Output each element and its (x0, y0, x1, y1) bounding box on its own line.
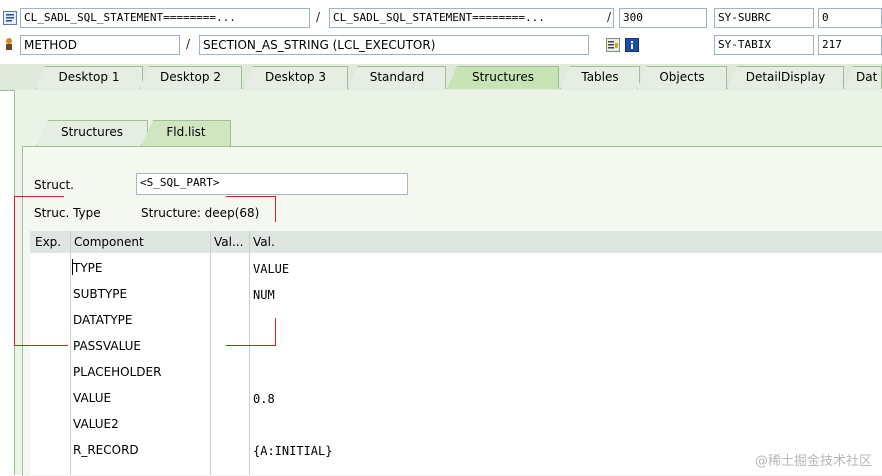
method-icon (3, 37, 17, 51)
annotation-line (14, 345, 68, 346)
row-value: VALUE (253, 262, 290, 276)
tab-detail-display[interactable]: DetailDisplay (727, 66, 844, 89)
include-field[interactable]: CL_SADL_SQL_STATEMENT========... (329, 8, 614, 28)
event-field[interactable]: SECTION_AS_STRING (LCL_EXECUTOR) (199, 35, 589, 55)
struct-type-label: Struc. Type (34, 206, 101, 220)
row-component: VALUE (73, 391, 112, 405)
subtab-field-list[interactable]: Fld.list (141, 120, 231, 146)
sysvar-value-field[interactable]: 217 (818, 35, 882, 55)
annotation-line (14, 196, 64, 197)
info-icon[interactable] (625, 38, 639, 52)
annotation-line (226, 345, 276, 346)
header-row-program: CL_SADL_SQL_STATEMENT========... / CL_SA… (0, 8, 882, 32)
separator: / (186, 37, 191, 51)
sysvar-name-field[interactable]: SY-TABIX (714, 35, 814, 55)
column-header-val-short[interactable]: Val... (214, 235, 243, 249)
tab-standard[interactable]: Standard (348, 66, 446, 89)
struct-type-value: Structure: deep(68) (141, 206, 260, 220)
row-value: NUM (253, 288, 275, 302)
annotation-line (275, 196, 276, 222)
row-component: SUBTYPE (73, 287, 128, 301)
line-number-field[interactable]: 300 (619, 8, 707, 28)
row-component: PLACEHOLDER (73, 365, 162, 379)
code-navigation-icon[interactable] (606, 38, 620, 52)
subtab-structures[interactable]: Structures (36, 120, 148, 146)
row-component: TYPE (73, 261, 103, 275)
annotation-line (14, 196, 15, 345)
column-divider (70, 231, 71, 475)
row-component: VALUE2 (73, 417, 119, 431)
column-header-exp[interactable]: Exp. (35, 235, 61, 249)
struct-label: Struct. (34, 178, 74, 192)
separator: / (607, 10, 612, 24)
column-divider (249, 231, 250, 475)
tab-tables[interactable]: Tables (560, 66, 640, 89)
struct-input[interactable]: <S_SQL_PART> (136, 173, 408, 195)
row-component: PASSVALUE (73, 339, 142, 353)
column-header-component[interactable]: Component (74, 235, 144, 249)
tab-structures[interactable]: Structures (447, 66, 559, 89)
field-grid-body (30, 253, 882, 475)
text-cursor (72, 259, 73, 275)
program-icon (3, 11, 17, 25)
tab-desktop-3[interactable]: Desktop 3 (243, 66, 348, 89)
watermark: @稀土掘金技术社区 (754, 454, 872, 469)
field-grid-header (30, 231, 882, 254)
event-type-field[interactable]: METHOD (20, 35, 180, 55)
tab-desktop-1[interactable]: Desktop 1 (35, 66, 143, 89)
program-field[interactable]: CL_SADL_SQL_STATEMENT========... (20, 8, 310, 28)
sysvar-name-field[interactable]: SY-SUBRC (714, 8, 814, 28)
row-component: R_RECORD (73, 443, 139, 457)
column-divider (210, 231, 211, 475)
header-row-method: METHOD / SECTION_AS_STRING (LCL_EXECUTOR… (0, 35, 882, 59)
row-value: 0.8 (253, 392, 275, 406)
column-header-val[interactable]: Val. (253, 235, 275, 249)
annotation-line (226, 196, 276, 197)
row-value: {A:INITIAL} (253, 444, 333, 458)
tab-objects[interactable]: Objects (637, 66, 727, 89)
annotation-line (275, 318, 276, 346)
tab-desktop-2[interactable]: Desktop 2 (139, 66, 242, 89)
separator: / (316, 10, 321, 24)
sysvar-value-field[interactable]: 0 (818, 8, 882, 28)
row-component: DATATYPE (73, 313, 133, 327)
